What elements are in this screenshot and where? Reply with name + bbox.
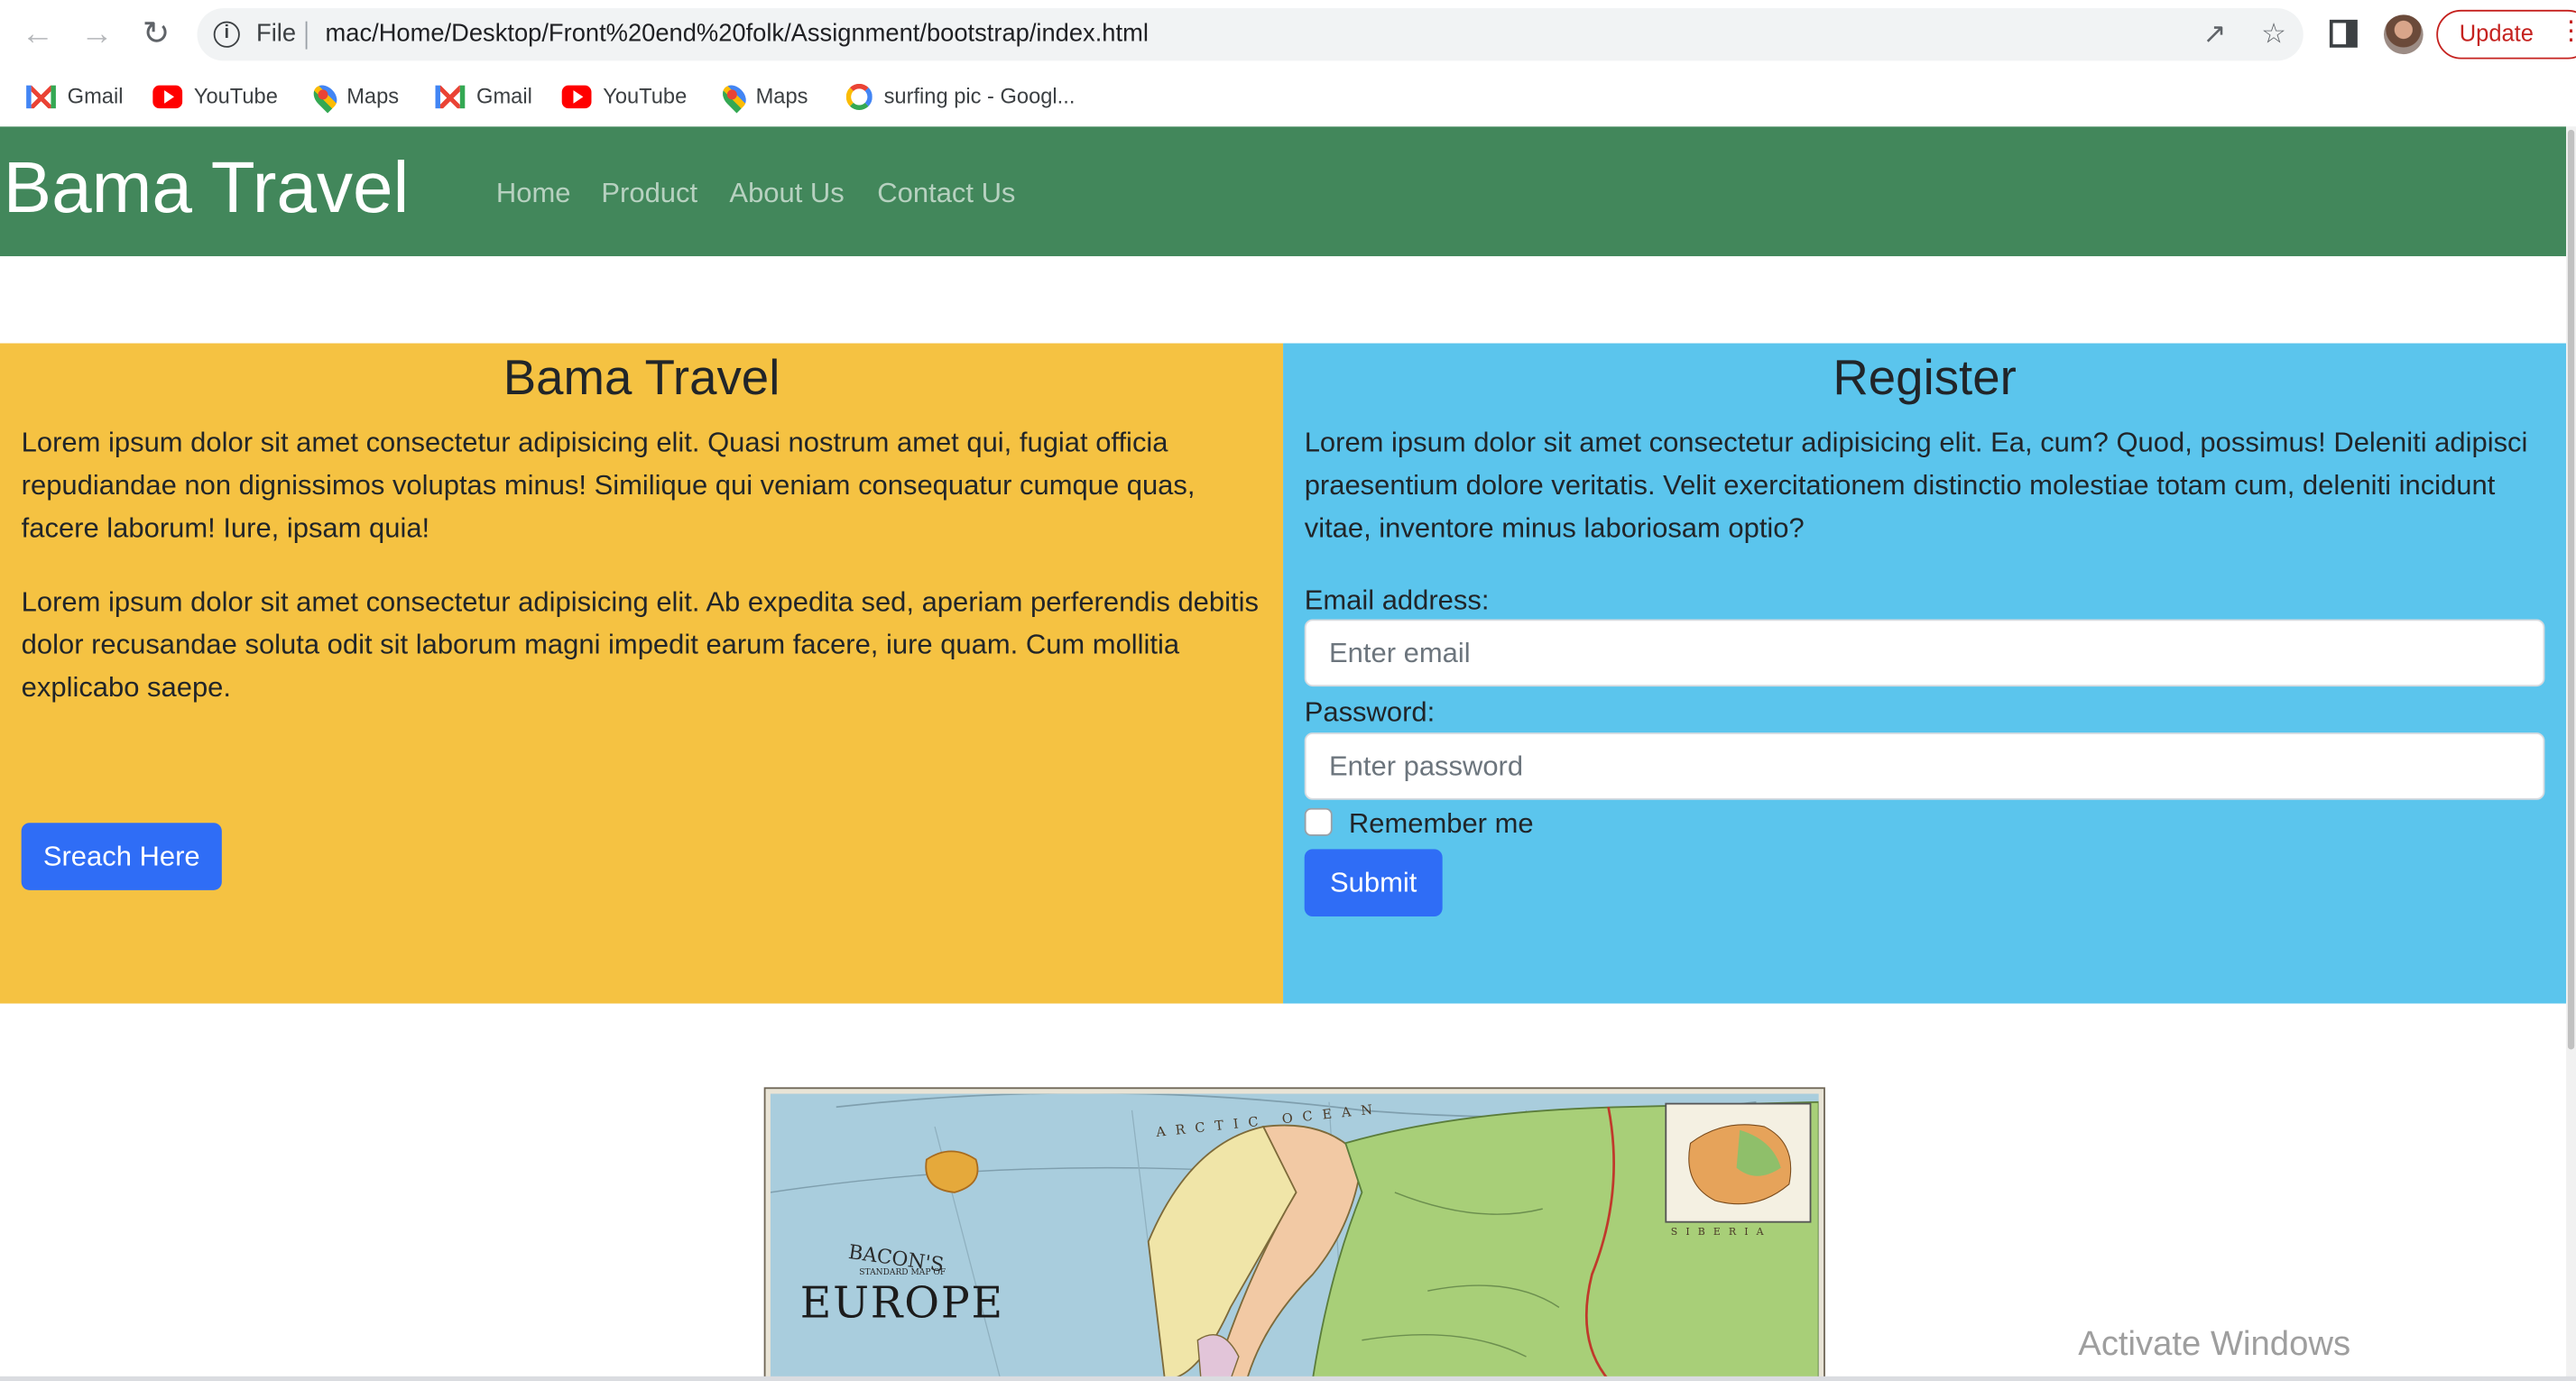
bookmark-gmail[interactable]: Gmail [26,78,123,115]
password-field[interactable]: Enter password [1304,732,2545,800]
intro-section: Bama Travel Lorem ipsum dolor sit amet c… [0,343,1284,1004]
register-section: Register Lorem ipsum dolor sit amet cons… [1283,343,2567,1004]
menu-dots-icon[interactable]: ⋮ [2558,14,2576,51]
bookmark-label: surfing pic - Googl... [883,83,1076,109]
bookmark-maps[interactable]: Maps [717,78,808,115]
intro-paragraph-2: Lorem ipsum dolor sit amet consectetur a… [21,586,1259,704]
address-separator [305,21,308,50]
bookmark-youtube[interactable]: YouTube [152,78,278,115]
bookmark-google-search[interactable]: surfing pic - Googl... [845,78,1076,115]
map-title-label: EUROPE [800,1278,1004,1328]
address-bar[interactable]: i File mac/Home/Desktop/Front%20end%20fo… [197,8,2304,61]
site-brand[interactable]: Bama Travel [4,146,410,232]
europe-map-illustration: ARCTIC OCEAN BACON'S STANDARD MAP OF EUR… [770,1093,1819,1378]
password-label: Password: [1304,696,1436,728]
side-panel-icon[interactable] [2329,19,2358,48]
register-title: Register [1833,351,2017,406]
email-label: Email address: [1304,585,1490,616]
remember-me-checkbox[interactable] [1304,807,1333,836]
youtube-icon [152,84,183,108]
remember-me-label: Remember me [1348,807,1534,840]
site-navbar: Bama Travel Home Product About Us Contac… [0,126,2567,257]
profile-avatar[interactable] [2383,14,2424,55]
google-icon [845,83,873,110]
bookmark-label: Maps [755,83,808,109]
bookmark-label: Maps [346,83,400,109]
submit-button[interactable]: Submit [1304,849,1443,917]
bookmark-label: YouTube [603,83,688,109]
nav-link-home[interactable]: Home [496,174,571,214]
gmail-icon [435,84,466,108]
map-siberia-label: SIBERIA [1671,1226,1772,1238]
gmail-icon [26,84,56,108]
map-subtitle-label: STANDARD MAP OF [859,1268,946,1277]
info-icon[interactable]: i [213,21,240,48]
back-arrow-icon[interactable]: ← [18,14,58,54]
nav-link-product[interactable]: Product [601,174,697,214]
reload-icon[interactable]: ↻ [136,14,176,54]
bookmark-label: Gmail [476,83,532,109]
url-text[interactable]: mac/Home/Desktop/Front%20end%20folk/Assi… [326,20,1149,48]
maps-icon [717,79,751,113]
file-scheme-label: File [256,19,297,48]
youtube-icon [561,84,592,108]
scrollbar-thumb[interactable] [2567,129,2575,1050]
bookmark-youtube[interactable]: YouTube [561,78,688,115]
intro-title: Bama Travel [503,351,780,406]
email-field[interactable]: Enter email [1304,619,2545,687]
bookmark-star-icon[interactable]: ☆ [2257,18,2290,51]
bookmark-maps[interactable]: Maps [309,78,400,115]
intro-paragraph-1: Lorem ipsum dolor sit amet consectetur a… [21,427,1196,545]
bookmarks-bar: Gmail YouTube Maps Gmail YouTube Maps su… [0,69,2576,125]
maps-icon [309,79,342,113]
page-viewport: Bama Travel Home Product About Us Contac… [0,126,2567,1378]
forward-arrow-icon[interactable]: → [78,14,117,54]
browser-toolbar: ← → ↻ i File mac/Home/Desktop/Front%20en… [0,0,2576,69]
bookmark-label: Gmail [67,83,124,109]
share-icon[interactable]: ↗ [2198,18,2230,51]
nav-link-contact-us[interactable]: Contact Us [877,174,1015,214]
bookmark-gmail[interactable]: Gmail [435,78,532,115]
update-button[interactable]: Update [2436,9,2576,60]
nav-link-about-us[interactable]: About Us [729,174,844,214]
europe-map-image: ARCTIC OCEAN BACON'S STANDARD MAP OF EUR… [763,1087,1825,1378]
windows-activation-watermark: Activate Windows [2078,1325,2351,1364]
bookmark-label: YouTube [193,83,278,109]
search-here-button[interactable]: Sreach Here [21,823,222,890]
register-paragraph: Lorem ipsum dolor sit amet consectetur a… [1304,427,2528,545]
window-bottom-edge [0,1376,2576,1381]
